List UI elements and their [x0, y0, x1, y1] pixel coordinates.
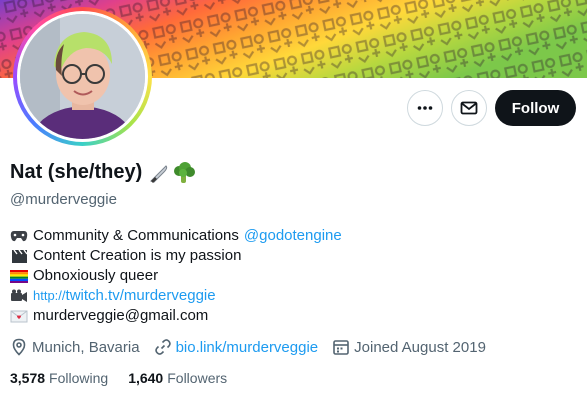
rainbow-flag-emoji	[10, 268, 28, 284]
bio-text: Content Creation is my passion	[33, 247, 242, 264]
location-text: Munich, Bavaria	[32, 338, 140, 356]
joined-text: Joined August 2019	[354, 338, 486, 356]
avatar[interactable]	[13, 7, 152, 146]
calendar-icon	[333, 340, 349, 355]
twitch-link[interactable]: http://twitch.tv/murderveggie	[33, 286, 216, 306]
following-label: Following	[49, 370, 109, 386]
website-item: bio.link/murderveggie	[154, 338, 319, 356]
game-controller-emoji	[10, 228, 28, 244]
knife-emoji	[150, 164, 168, 183]
location-pin-icon	[12, 338, 26, 356]
broccoli-emoji	[174, 161, 196, 183]
follow-button[interactable]: Follow	[495, 90, 576, 126]
message-button[interactable]	[451, 90, 487, 126]
bio-text: Community & Communications	[33, 227, 239, 244]
ellipsis-icon	[417, 106, 433, 110]
profile-meta: Munich, Bavaria bio.link/murderveggie Jo…	[10, 338, 500, 356]
bio-text: murderveggie@gmail.com	[33, 307, 209, 324]
clapper-board-emoji	[10, 248, 28, 264]
following-count: 3,578	[10, 370, 46, 386]
bio-text: Obnoxiously queer	[33, 267, 159, 284]
following-stat[interactable]: 3,578 Following	[10, 370, 108, 386]
video-camera-emoji	[10, 288, 28, 304]
followers-label: Followers	[167, 370, 228, 386]
profile-handle: @murderveggie	[10, 191, 117, 208]
joined-item: Joined August 2019	[332, 338, 486, 356]
more-options-button[interactable]	[407, 90, 443, 126]
website-link[interactable]: bio.link/murderveggie	[176, 339, 319, 356]
avatar-photo	[20, 14, 145, 139]
bio-line: Content Creation is my passion	[10, 246, 342, 266]
mail-icon	[460, 101, 478, 115]
avatar-frame	[17, 11, 148, 142]
name-emojis	[148, 161, 196, 184]
url-prefix: http://	[33, 288, 66, 303]
bio-line: murderveggie@gmail.com	[10, 306, 342, 326]
mention-link[interactable]: @godotengine	[244, 226, 342, 246]
bio-line: http://twitch.tv/murderveggie	[10, 286, 342, 306]
location-item: Munich, Bavaria	[10, 338, 140, 356]
followers-stat[interactable]: 1,640 Followers	[128, 370, 227, 386]
display-name: Nat (she/they)	[10, 161, 143, 183]
name-row: Nat (she/they)	[10, 161, 196, 184]
profile-stats: 3,578 Following 1,640 Followers	[10, 370, 247, 386]
link-icon	[154, 339, 171, 355]
bio-line: Obnoxiously queer	[10, 266, 342, 286]
profile-bio: Community & Communications @godotengine …	[10, 226, 342, 326]
url-text: twitch.tv/murderveggie	[65, 287, 216, 304]
love-letter-emoji	[10, 308, 28, 324]
followers-count: 1,640	[128, 370, 164, 386]
bio-line: Community & Communications @godotengine	[10, 226, 342, 246]
